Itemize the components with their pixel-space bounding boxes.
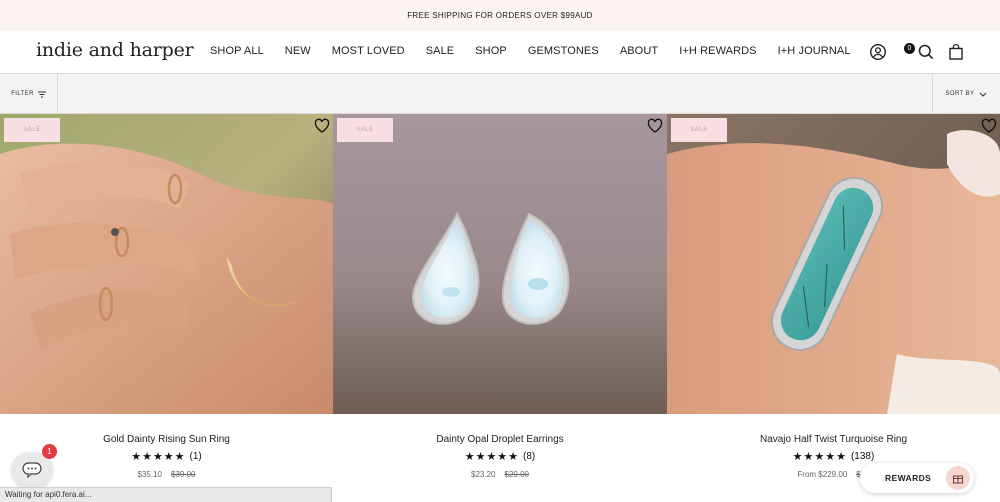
nav-sale[interactable]: SALE bbox=[426, 45, 455, 57]
nav-gemstones[interactable]: GEMSTONES bbox=[528, 45, 599, 57]
rewards-label: REWARDS bbox=[885, 473, 932, 483]
browser-status-bar: Waiting for api0.fera.ai... bbox=[0, 487, 332, 502]
review-count[interactable]: (138) bbox=[851, 451, 874, 462]
product-image-rising-sun-ring[interactable]: SALE bbox=[0, 114, 333, 414]
sort-button[interactable]: SORT BY bbox=[932, 74, 1000, 114]
nav-new[interactable]: NEW bbox=[285, 45, 311, 57]
nav-journal[interactable]: I+H JOURNAL bbox=[778, 45, 851, 57]
product-title[interactable]: Navajo Half Twist Turquoise Ring bbox=[667, 434, 1000, 445]
sale-price: From $229.00 bbox=[797, 470, 848, 479]
rewards-launcher-button[interactable]: REWARDS bbox=[860, 463, 974, 493]
sale-badge: SALE bbox=[337, 118, 393, 142]
bag-icon[interactable] bbox=[947, 43, 965, 61]
rating-stars: ★★★★★ bbox=[792, 451, 847, 463]
rating-stars: ★★★★★ bbox=[131, 451, 186, 463]
product-card-info: Dainty Opal Droplet Earrings ★★★★★ (8) $… bbox=[333, 414, 667, 502]
account-icon[interactable] bbox=[869, 43, 887, 61]
gift-icon bbox=[946, 466, 970, 490]
hand-rings-photo bbox=[0, 114, 333, 414]
product-title[interactable]: Dainty Opal Droplet Earrings bbox=[333, 434, 667, 445]
chevron-down-icon bbox=[980, 92, 987, 97]
product-price: $23.20 $29.00 bbox=[333, 470, 667, 479]
sale-badge: SALE bbox=[671, 118, 727, 142]
sale-price: $35.10 bbox=[137, 470, 162, 479]
sort-label: SORT BY bbox=[945, 91, 975, 97]
nav-shop-all[interactable]: SHOP ALL bbox=[210, 45, 264, 57]
product-rating: ★★★★★ (138) bbox=[667, 450, 1000, 463]
sale-price: $23.20 bbox=[471, 470, 496, 479]
nav-about[interactable]: ABOUT bbox=[620, 45, 658, 57]
opal-earrings-photo bbox=[333, 114, 667, 414]
product-rating: ★★★★★ (8) bbox=[333, 450, 667, 463]
filter-lines-icon bbox=[37, 91, 46, 97]
compare-price: $29.00 bbox=[504, 470, 529, 479]
announcement-bar: FREE SHIPPING FOR ORDERS OVER $99AUD bbox=[0, 0, 1000, 31]
nav-shop[interactable]: SHOP bbox=[475, 45, 507, 57]
collection-toolbar: FILTER SORT BY bbox=[0, 74, 1000, 114]
wishlist-heart-icon[interactable] bbox=[314, 118, 330, 134]
nav-most-loved[interactable]: MOST LOVED bbox=[332, 45, 405, 57]
filter-button[interactable]: FILTER bbox=[0, 74, 58, 114]
cart-count-badge: 0 bbox=[904, 43, 915, 54]
wishlist-heart-icon[interactable] bbox=[981, 118, 997, 134]
search-icon[interactable] bbox=[917, 43, 935, 61]
main-nav: SHOP ALL NEW MOST LOVED SALE SHOP GEMSTO… bbox=[210, 45, 872, 57]
turquoise-ring-photo bbox=[667, 114, 1000, 414]
filter-label: FILTER bbox=[11, 91, 34, 97]
wishlist-heart-icon[interactable] bbox=[647, 118, 663, 134]
nav-rewards[interactable]: I+H REWARDS bbox=[679, 45, 756, 57]
review-count[interactable]: (8) bbox=[523, 451, 535, 462]
chat-notification-badge: 1 bbox=[42, 444, 57, 459]
announcement-text: FREE SHIPPING FOR ORDERS OVER $99AUD bbox=[407, 11, 593, 20]
product-grid: SALE SALE SALE bbox=[0, 114, 1000, 414]
rating-stars: ★★★★★ bbox=[464, 451, 520, 463]
sale-badge: SALE bbox=[4, 118, 60, 142]
product-image-turquoise-ring[interactable]: SALE bbox=[667, 114, 1000, 414]
site-logo[interactable]: indie and harper bbox=[36, 39, 194, 61]
review-count[interactable]: (1) bbox=[190, 451, 202, 462]
chat-icon bbox=[22, 462, 42, 478]
site-header: indie and harper SHOP ALL NEW MOST LOVED… bbox=[0, 31, 1000, 74]
compare-price: $39.00 bbox=[171, 470, 196, 479]
product-image-opal-earrings[interactable]: SALE bbox=[333, 114, 667, 414]
